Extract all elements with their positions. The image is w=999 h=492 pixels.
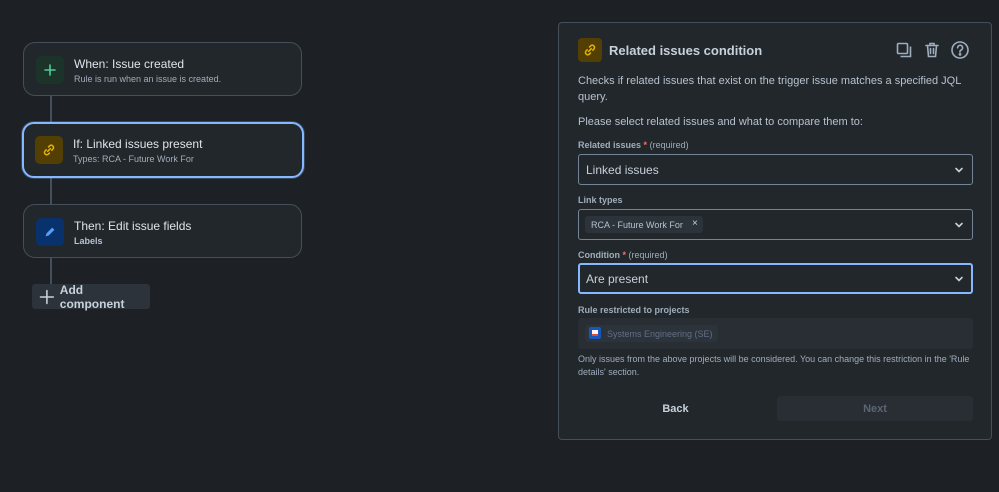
help-icon[interactable] [949, 39, 971, 61]
panel-description: Checks if related issues that exist on t… [578, 75, 961, 103]
chip-remove-icon[interactable]: × [692, 218, 698, 229]
related-issues-value: Linked issues [586, 163, 659, 177]
restricted-projects-field: Systems Engineering (SE) [578, 318, 973, 349]
project-icon [589, 327, 601, 339]
flow-connector [50, 177, 52, 204]
action-card[interactable]: Then: Edit issue fields Labels [23, 204, 302, 258]
panel-instruction: Please select related issues and what to… [578, 116, 863, 128]
condition-label: Condition * (required) [578, 250, 668, 260]
link-type-chip-label: RCA - Future Work For [591, 219, 683, 230]
project-chip: Systems Engineering (SE) [585, 325, 718, 342]
trigger-title: When: Issue created [74, 57, 185, 71]
condition-label-text: Condition [578, 250, 620, 260]
add-component-label: Add component [59, 282, 125, 311]
back-button[interactable]: Back [578, 396, 773, 421]
trigger-card[interactable]: When: Issue created Rule is run when an … [23, 42, 302, 96]
add-component-button[interactable]: Add component [32, 282, 150, 311]
condition-value: Are present [586, 272, 649, 286]
condition-select[interactable]: Are present [578, 263, 973, 294]
trash-icon[interactable] [921, 39, 943, 61]
required-mark: * [643, 140, 648, 150]
condition-title: If: Linked issues present [73, 137, 203, 151]
action-title: Then: Edit issue fields [74, 219, 192, 233]
condition-card[interactable]: If: Linked issues present Types: RCA - F… [22, 122, 304, 178]
related-issues-select[interactable]: Linked issues [578, 154, 973, 185]
link-types-label: Link types [578, 195, 623, 205]
chevron-down-icon [955, 276, 963, 282]
trigger-subtitle: Rule is run when an issue is created. [74, 74, 222, 84]
link-icon [578, 38, 602, 62]
condition-subtitle: Types: RCA - Future Work For [73, 154, 194, 164]
pencil-icon [36, 218, 64, 246]
flow-connector [50, 258, 52, 285]
required-text: (required) [628, 250, 668, 260]
link-icon [35, 136, 63, 164]
panel-toolbar [893, 39, 971, 61]
flow-connector [50, 96, 52, 123]
panel-title: Related issues condition [609, 43, 763, 58]
plus-icon [36, 56, 64, 84]
link-types-select[interactable]: RCA - Future Work For × [578, 209, 973, 240]
plus-icon [39, 289, 55, 304]
related-issues-label-text: Related issues [578, 140, 642, 150]
restricted-projects-label: Rule restricted to projects [578, 305, 690, 315]
chevron-down-icon [955, 167, 963, 173]
related-issues-label: Related issues * (required) [578, 140, 689, 150]
chevron-down-icon [955, 222, 963, 228]
project-chip-label: Systems Engineering (SE) [607, 328, 713, 339]
link-type-chip: RCA - Future Work For × [585, 216, 703, 233]
condition-panel: Related issues condition Checks if relat… [558, 22, 992, 440]
next-button[interactable]: Next [777, 396, 973, 421]
required-mark: * [622, 250, 627, 260]
action-subtitle: Labels [74, 236, 103, 246]
restriction-note: Only issues from the above projects will… [578, 354, 970, 377]
required-text: (required) [649, 140, 689, 150]
duplicate-icon[interactable] [893, 39, 915, 61]
